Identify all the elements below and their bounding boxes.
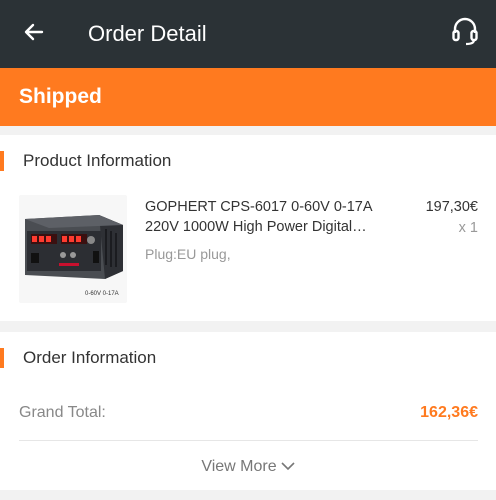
- chevron-down-icon: [281, 456, 295, 478]
- grand-total-label: Grand Total:: [19, 404, 106, 421]
- customer-service-button[interactable]: [446, 14, 484, 52]
- divider: [19, 440, 478, 441]
- product-image[interactable]: 0-60V 0-17A: [19, 195, 127, 303]
- product-section-title: Product Information: [23, 151, 172, 170]
- view-more-button[interactable]: View More: [0, 456, 496, 478]
- product-option: Plug:EU plug,: [145, 246, 231, 262]
- back-button[interactable]: [14, 17, 54, 51]
- grand-total-value: 162,36€: [420, 404, 478, 421]
- headset-icon: [451, 16, 479, 51]
- section-accent-bar: [0, 151, 4, 171]
- order-section-title: Order Information: [23, 348, 157, 367]
- order-status-banner: Shipped: [0, 68, 496, 126]
- view-more-label: View More: [201, 458, 277, 476]
- product-price: 197,30€: [425, 199, 478, 215]
- order-status: Shipped: [19, 85, 102, 108]
- arrow-left-icon: [22, 20, 46, 49]
- page-title: Order Detail: [88, 21, 207, 46]
- product-image-caption: 0-60V 0-17A: [85, 291, 119, 297]
- product-name[interactable]: GOPHERT CPS-6017 0-60V 0-17A 220V 1000W …: [145, 197, 407, 237]
- order-information-card: Order Information Grand Total: 162,36€ V…: [0, 332, 496, 490]
- product-information-card: Product Information 0-60V 0-17A GOPHERT …: [0, 135, 496, 321]
- top-bar: Order Detail: [0, 0, 496, 68]
- section-accent-bar: [0, 348, 4, 368]
- product-quantity: x 1: [458, 220, 478, 236]
